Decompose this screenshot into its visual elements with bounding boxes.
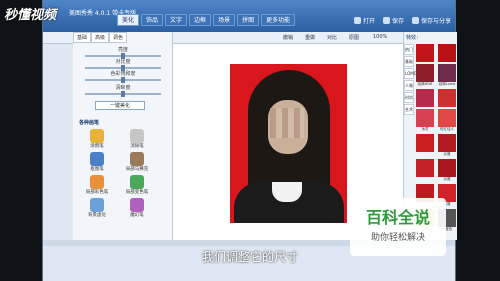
tab-advanced[interactable]: 高级	[91, 32, 110, 43]
slider-knob[interactable]	[121, 91, 125, 97]
effect-thumb[interactable]	[416, 134, 434, 157]
eraser-icon	[130, 129, 144, 143]
blur-background-button[interactable]: 背景虚化	[83, 198, 111, 218]
watermark: 百科全说 助你轻松解决	[350, 198, 446, 256]
tab-beautify[interactable]: 美化	[117, 14, 140, 26]
recolor-icon	[130, 175, 144, 189]
contrast-slider[interactable]: 对比度	[85, 58, 161, 71]
effects-categories: 热门 基础 LOMO 人像 时尚 艺术	[404, 44, 417, 115]
open-button[interactable]: 打开	[353, 16, 375, 25]
magic-brush-button[interactable]: 魔幻笔	[123, 198, 151, 218]
category-basic[interactable]: 基础	[404, 56, 414, 67]
left-tabs: 基础 高级 调色	[73, 32, 128, 43]
main-tabs: 美化 饰品 文字 边框 场景 拼图 更多功能	[117, 14, 296, 26]
mosaic-brush-button[interactable]: 局部马赛克	[123, 152, 151, 172]
redo-button[interactable]: 重做	[305, 34, 315, 41]
title-bar: 美图秀秀 4.0.1 带卡专版 美化 饰品 文字 边框 场景 拼图 更多功能 打…	[43, 0, 455, 32]
tab-color[interactable]: 调色	[109, 32, 128, 43]
watermark-subtitle: 助你轻松解决	[370, 233, 425, 243]
effect-thumb[interactable]: 淡雅	[438, 134, 456, 157]
effect-thumb[interactable]	[416, 89, 434, 107]
mosaic-icon	[130, 152, 144, 166]
effect-thumb[interactable]: 时红佳人	[438, 109, 456, 132]
save-button[interactable]: 保存	[382, 16, 404, 25]
tab-text[interactable]: 文字	[165, 14, 188, 26]
recolor-brush-button[interactable]: 局部变色笔	[123, 175, 151, 195]
effect-thumb[interactable]: 冰灵	[416, 109, 434, 132]
brush-section-title: 各种画笔	[79, 120, 100, 126]
saturation-slider[interactable]: 色彩饱和度	[85, 70, 161, 83]
effect-thumb[interactable]	[438, 44, 456, 62]
zoom-level: 100%	[373, 34, 388, 40]
folder-icon	[353, 17, 361, 24]
compare-button[interactable]: 对比	[327, 34, 337, 41]
effect-thumb[interactable]: 经典HDR	[416, 64, 434, 87]
mosaic-face	[270, 108, 304, 138]
tab-scene[interactable]: 场景	[213, 14, 236, 26]
effects-title: 特效：	[406, 35, 422, 41]
effect-thumb[interactable]	[416, 44, 434, 62]
save-share-button[interactable]: 保存与分享	[411, 16, 451, 25]
save-icon	[382, 17, 390, 24]
portrait-photo	[230, 64, 347, 223]
slider-knob[interactable]	[121, 77, 125, 83]
left-panel: 基础 高级 调色 亮度 对比度 色彩饱和度 清晰度 一键美化 各种画笔 涂鸦笔 …	[73, 32, 173, 240]
tab-collage[interactable]: 拼图	[237, 14, 260, 26]
category-lomo[interactable]: LOMO	[404, 68, 417, 79]
effect-thumb[interactable]	[416, 159, 434, 182]
color-brush-icon	[90, 175, 104, 189]
watermark-title: 百科全说	[365, 208, 430, 227]
effect-thumb[interactable]	[438, 89, 456, 107]
brush-icon	[90, 129, 104, 143]
brightness-slider[interactable]: 亮度	[85, 46, 161, 59]
tab-basic[interactable]: 基础	[73, 32, 92, 43]
tab-more[interactable]: 更多功能	[261, 14, 296, 26]
category-fashion[interactable]: 时尚	[404, 92, 414, 103]
effect-thumb[interactable]: 淡雅	[438, 159, 456, 182]
undo-button[interactable]: 撤销	[283, 34, 293, 41]
cutout-brush-button[interactable]: 抠图笔	[83, 152, 111, 172]
graffiti-brush-button[interactable]: 涂鸦笔	[83, 129, 111, 149]
category-portrait[interactable]: 人像	[404, 80, 414, 91]
top-right-buttons: 打开 保存 保存与分享	[353, 16, 451, 25]
one-key-beautify-button[interactable]: 一键美化	[95, 101, 145, 110]
original-button[interactable]: 原图	[349, 34, 359, 41]
tab-border[interactable]: 边框	[189, 14, 212, 26]
magic-wand-icon	[130, 198, 144, 212]
tab-accessories[interactable]: 饰品	[141, 14, 164, 26]
category-art[interactable]: 艺术	[404, 104, 414, 115]
sharpness-slider[interactable]: 清晰度	[85, 84, 161, 97]
brush-tools: 涂鸦笔 消除笔 抠图笔 局部马赛克 局部彩色笔 局部变色笔 背景虚化 魔幻笔	[83, 129, 151, 218]
color-brush-button[interactable]: 局部彩色笔	[83, 175, 111, 195]
video-logo: 秒懂视频	[4, 8, 57, 23]
eraser-brush-button[interactable]: 消除笔	[123, 129, 151, 149]
effect-thumb[interactable]: 经典Lomo	[438, 64, 456, 87]
category-hot[interactable]: 热门	[404, 44, 414, 55]
cutout-icon	[90, 152, 104, 166]
blur-icon	[90, 198, 104, 212]
share-icon	[411, 17, 419, 24]
